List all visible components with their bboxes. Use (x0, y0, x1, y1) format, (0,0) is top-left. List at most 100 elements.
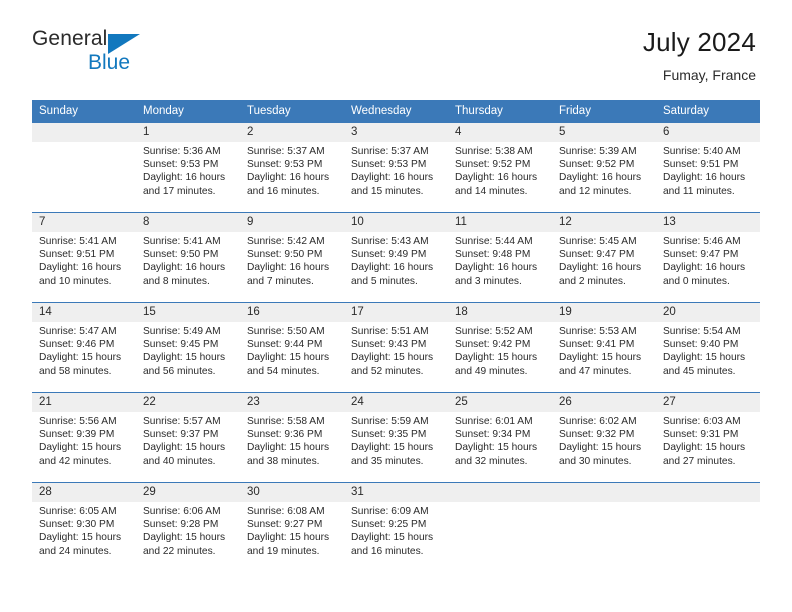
info-line-daylight-l2: and 38 minutes. (247, 455, 320, 467)
info-line-sunrise: Sunrise: 5:37 AM (351, 146, 429, 157)
calendar-day-cell[interactable]: 11 Sunrise: 5:44 AM Sunset: 9:48 PM Dayligh… (448, 212, 552, 303)
day-sun-info: Sunrise: 5:42 AM Sunset: 9:50 PM Daylight:… (240, 232, 344, 288)
day-sun-info: Sunrise: 5:41 AM Sunset: 9:51 PM Daylight:… (32, 232, 136, 288)
info-line-daylight-l1: Daylight: 15 hours (351, 532, 434, 544)
calendar-day-cell-empty (448, 482, 552, 573)
calendar-day-cell[interactable]: 4 Sunrise: 5:38 AM Sunset: 9:52 PM Daylight… (448, 122, 552, 213)
calendar-body: 1 Sunrise: 5:36 AM Sunset: 9:53 PM Daylight… (32, 122, 760, 573)
calendar-day-cell[interactable]: 2 Sunrise: 5:37 AM Sunset: 9:53 PM Daylight… (240, 122, 344, 213)
calendar-day-cell[interactable]: 10 Sunrise: 5:43 AM Sunset: 9:49 PM Dayligh… (344, 212, 448, 303)
column-header-saturday: Saturday (656, 100, 760, 123)
day-sun-info: Sunrise: 5:44 AM Sunset: 9:48 PM Daylight:… (448, 232, 552, 288)
calendar-day-cell[interactable]: 15 Sunrise: 5:49 AM Sunset: 9:45 PM Dayligh… (136, 302, 240, 393)
day-sun-info: Sunrise: 5:36 AM Sunset: 9:53 PM Daylight:… (136, 142, 240, 198)
calendar-day-cell[interactable]: 5 Sunrise: 5:39 AM Sunset: 9:52 PM Daylight… (552, 122, 656, 213)
calendar-day-cell[interactable]: 1 Sunrise: 5:36 AM Sunset: 9:53 PM Daylight… (136, 122, 240, 213)
day-number: 19 (552, 303, 656, 322)
info-line-daylight-l2: and 5 minutes. (351, 275, 418, 287)
info-line-daylight-l2: and 24 minutes. (39, 545, 112, 557)
calendar-day-cell[interactable]: 21 Sunrise: 5:56 AM Sunset: 9:39 PM Dayligh… (32, 392, 136, 483)
info-line-sunset: Sunset: 9:25 PM (351, 519, 427, 531)
day-sun-info: Sunrise: 5:50 AM Sunset: 9:44 PM Daylight:… (240, 322, 344, 378)
day-number: 22 (136, 393, 240, 412)
calendar-day-cell[interactable]: 17 Sunrise: 5:51 AM Sunset: 9:43 PM Dayligh… (344, 302, 448, 393)
info-line-daylight-l1: Daylight: 15 hours (559, 352, 642, 364)
day-sun-info: Sunrise: 5:37 AM Sunset: 9:53 PM Daylight:… (240, 142, 344, 198)
info-line-sunrise: Sunrise: 5:37 AM (247, 146, 325, 157)
info-line-sunset: Sunset: 9:53 PM (247, 159, 323, 171)
info-line-sunset: Sunset: 9:47 PM (663, 249, 739, 261)
calendar-day-cell[interactable]: 28 Sunrise: 6:05 AM Sunset: 9:30 PM Dayligh… (32, 482, 136, 573)
calendar-day-cell[interactable]: 20 Sunrise: 5:54 AM Sunset: 9:40 PM Dayligh… (656, 302, 760, 393)
calendar-day-cell[interactable]: 26 Sunrise: 6:02 AM Sunset: 9:32 PM Dayligh… (552, 392, 656, 483)
info-line-sunrise: Sunrise: 5:43 AM (351, 236, 429, 247)
day-sun-info: Sunrise: 5:41 AM Sunset: 9:50 PM Daylight:… (136, 232, 240, 288)
day-number: 6 (656, 123, 760, 142)
info-line-sunset: Sunset: 9:40 PM (663, 339, 739, 351)
day-number: 24 (344, 393, 448, 412)
day-sun-info: Sunrise: 6:01 AM Sunset: 9:34 PM Daylight:… (448, 412, 552, 468)
day-number: 9 (240, 213, 344, 232)
calendar-week-row: 28 Sunrise: 6:05 AM Sunset: 9:30 PM Dayligh… (32, 482, 760, 573)
calendar-day-cell[interactable]: 18 Sunrise: 5:52 AM Sunset: 9:42 PM Dayligh… (448, 302, 552, 393)
calendar-day-cell[interactable]: 31 Sunrise: 6:09 AM Sunset: 9:25 PM Dayligh… (344, 482, 448, 573)
calendar-day-cell[interactable]: 14 Sunrise: 5:47 AM Sunset: 9:46 PM Dayligh… (32, 302, 136, 393)
column-header-sunday: Sunday (32, 100, 136, 123)
info-line-sunrise: Sunrise: 5:56 AM (39, 416, 117, 427)
info-line-sunrise: Sunrise: 5:42 AM (247, 236, 325, 247)
info-line-sunset: Sunset: 9:37 PM (143, 429, 219, 441)
info-line-daylight-l2: and 3 minutes. (455, 275, 522, 287)
logo-text-general: General (32, 27, 108, 50)
day-number: 27 (656, 393, 760, 412)
calendar-day-cell[interactable]: 19 Sunrise: 5:53 AM Sunset: 9:41 PM Dayligh… (552, 302, 656, 393)
calendar-day-cell[interactable]: 16 Sunrise: 5:50 AM Sunset: 9:44 PM Dayligh… (240, 302, 344, 393)
calendar-day-cell[interactable]: 30 Sunrise: 6:08 AM Sunset: 9:27 PM Dayligh… (240, 482, 344, 573)
info-line-sunset: Sunset: 9:34 PM (455, 429, 531, 441)
day-number (656, 483, 760, 502)
calendar-day-cell[interactable]: 12 Sunrise: 5:45 AM Sunset: 9:47 PM Dayligh… (552, 212, 656, 303)
calendar-day-cell[interactable]: 29 Sunrise: 6:06 AM Sunset: 9:28 PM Dayligh… (136, 482, 240, 573)
info-line-sunset: Sunset: 9:53 PM (351, 159, 427, 171)
calendar-day-cell[interactable]: 8 Sunrise: 5:41 AM Sunset: 9:50 PM Daylight… (136, 212, 240, 303)
calendar-day-cell[interactable]: 24 Sunrise: 5:59 AM Sunset: 9:35 PM Dayligh… (344, 392, 448, 483)
info-line-daylight-l1: Daylight: 15 hours (247, 352, 330, 364)
calendar-day-cell[interactable]: 13 Sunrise: 5:46 AM Sunset: 9:47 PM Dayligh… (656, 212, 760, 303)
calendar-day-cell[interactable]: 25 Sunrise: 6:01 AM Sunset: 9:34 PM Dayligh… (448, 392, 552, 483)
day-sun-info: Sunrise: 5:38 AM Sunset: 9:52 PM Daylight:… (448, 142, 552, 198)
day-number: 26 (552, 393, 656, 412)
day-sun-info: Sunrise: 5:49 AM Sunset: 9:45 PM Daylight:… (136, 322, 240, 378)
info-line-sunset: Sunset: 9:27 PM (247, 519, 323, 531)
info-line-sunrise: Sunrise: 5:36 AM (143, 146, 221, 157)
calendar-day-cell[interactable]: 6 Sunrise: 5:40 AM Sunset: 9:51 PM Daylight… (656, 122, 760, 213)
calendar-day-cell[interactable]: 23 Sunrise: 5:58 AM Sunset: 9:36 PM Dayligh… (240, 392, 344, 483)
info-line-daylight-l2: and 52 minutes. (351, 365, 424, 377)
day-sun-info: Sunrise: 5:56 AM Sunset: 9:39 PM Daylight:… (32, 412, 136, 468)
info-line-sunrise: Sunrise: 5:59 AM (351, 416, 429, 427)
day-sun-info: Sunrise: 5:40 AM Sunset: 9:51 PM Daylight:… (656, 142, 760, 198)
info-line-daylight-l2: and 7 minutes. (247, 275, 314, 287)
day-sun-info: Sunrise: 5:53 AM Sunset: 9:41 PM Daylight:… (552, 322, 656, 378)
info-line-daylight-l2: and 42 minutes. (39, 455, 112, 467)
info-line-sunset: Sunset: 9:50 PM (247, 249, 323, 261)
calendar-day-cell[interactable]: 9 Sunrise: 5:42 AM Sunset: 9:50 PM Daylight… (240, 212, 344, 303)
info-line-daylight-l1: Daylight: 16 hours (143, 262, 226, 274)
day-number: 14 (32, 303, 136, 322)
calendar-week-row: 21 Sunrise: 5:56 AM Sunset: 9:39 PM Dayligh… (32, 392, 760, 483)
info-line-sunset: Sunset: 9:51 PM (39, 249, 115, 261)
info-line-daylight-l1: Daylight: 15 hours (143, 442, 226, 454)
info-line-sunrise: Sunrise: 5:41 AM (39, 236, 117, 247)
calendar-day-cell[interactable]: 22 Sunrise: 5:57 AM Sunset: 9:37 PM Dayligh… (136, 392, 240, 483)
day-sun-info: Sunrise: 6:08 AM Sunset: 9:27 PM Daylight:… (240, 502, 344, 558)
info-line-sunrise: Sunrise: 5:51 AM (351, 326, 429, 337)
calendar-day-cell[interactable]: 27 Sunrise: 6:03 AM Sunset: 9:31 PM Dayligh… (656, 392, 760, 483)
day-number: 25 (448, 393, 552, 412)
calendar-day-cell[interactable]: 3 Sunrise: 5:37 AM Sunset: 9:53 PM Daylight… (344, 122, 448, 213)
info-line-daylight-l1: Daylight: 15 hours (663, 352, 746, 364)
day-number: 1 (136, 123, 240, 142)
info-line-sunset: Sunset: 9:53 PM (143, 159, 219, 171)
calendar-day-cell[interactable]: 7 Sunrise: 5:41 AM Sunset: 9:51 PM Daylight… (32, 212, 136, 303)
info-line-daylight-l1: Daylight: 15 hours (247, 442, 330, 454)
info-line-daylight-l1: Daylight: 15 hours (39, 532, 122, 544)
info-line-sunset: Sunset: 9:30 PM (39, 519, 115, 531)
info-line-sunrise: Sunrise: 5:40 AM (663, 146, 741, 157)
